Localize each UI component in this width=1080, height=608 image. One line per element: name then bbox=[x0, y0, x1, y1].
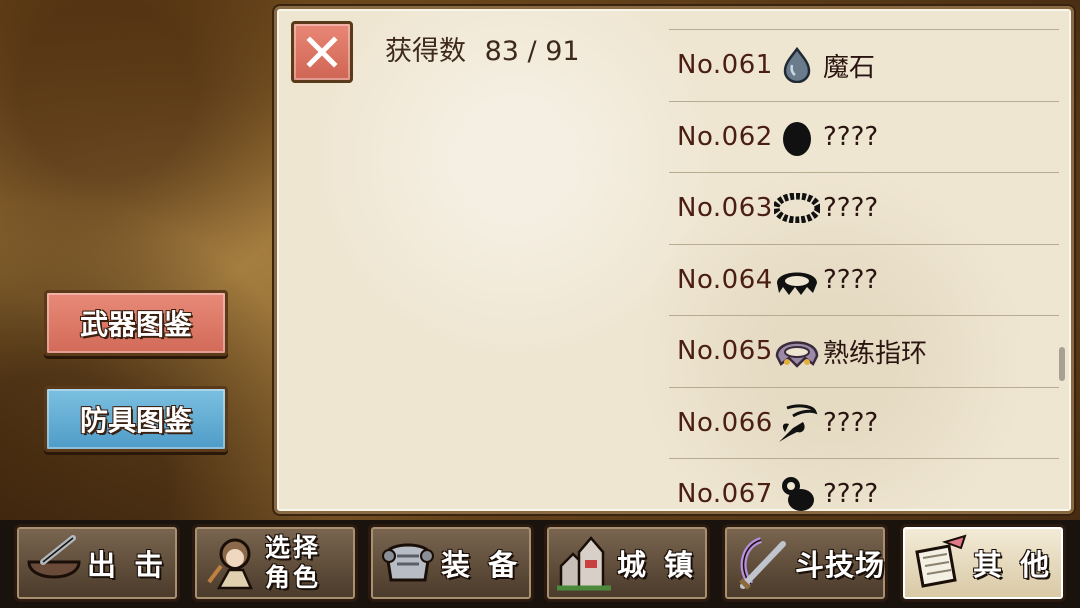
unknown-drop-icon bbox=[773, 113, 821, 161]
nav-sortie-button[interactable]: 出 击 bbox=[14, 524, 180, 602]
item-name: ???? bbox=[823, 193, 879, 224]
bottom-nav: 出 击 选择 角色 装 备 城 镇 斗技场 其 他 bbox=[0, 520, 1080, 608]
item-number: No.064 bbox=[677, 264, 773, 295]
nav-select-character-line2: 角色 bbox=[265, 563, 322, 592]
list-scrollbar[interactable] bbox=[1059, 347, 1065, 381]
close-button[interactable] bbox=[291, 21, 353, 83]
unknown-ring-icon bbox=[773, 184, 821, 232]
list-item[interactable]: No.062 ???? bbox=[669, 100, 1059, 173]
obtained-count-label: 获得数 bbox=[385, 36, 466, 67]
nav-town-button[interactable]: 城 镇 bbox=[544, 524, 710, 602]
armor-icon bbox=[375, 530, 441, 596]
nav-other-label: 其 他 bbox=[973, 548, 1054, 582]
item-number: No.062 bbox=[677, 121, 773, 152]
list-item[interactable]: No.064 ???? bbox=[669, 243, 1059, 316]
list-item[interactable]: No.063 ???? bbox=[669, 172, 1059, 244]
nav-equipment-button[interactable]: 装 备 bbox=[368, 524, 534, 602]
item-number: No.066 bbox=[677, 407, 773, 438]
catalog-panel: 获得数 83 / 91 No.061 魔石 No.062 ???? No.063… bbox=[274, 6, 1074, 514]
item-list[interactable]: No.061 魔石 No.062 ???? No.063 ???? No.064… bbox=[669, 29, 1059, 513]
nav-select-character-line1: 选择 bbox=[265, 533, 322, 562]
item-name: ???? bbox=[823, 121, 879, 152]
crossed-swords-icon bbox=[729, 530, 795, 596]
item-number: No.065 bbox=[677, 336, 773, 367]
nav-sortie-label: 出 击 bbox=[87, 548, 168, 582]
scroll-quill-icon bbox=[907, 530, 973, 596]
unknown-feather-icon bbox=[773, 399, 821, 447]
nav-equipment-label: 装 备 bbox=[441, 548, 522, 582]
character-portrait-icon bbox=[199, 530, 265, 596]
item-number: No.063 bbox=[677, 193, 773, 224]
item-name: ???? bbox=[823, 407, 879, 438]
item-name: 魔石 bbox=[823, 52, 876, 83]
list-item[interactable]: No.061 魔石 bbox=[669, 29, 1059, 101]
nav-arena-button[interactable]: 斗技场 bbox=[722, 524, 888, 602]
close-icon bbox=[306, 36, 338, 68]
list-item[interactable]: No.065 熟练指环 bbox=[669, 315, 1059, 387]
list-item[interactable]: No.067 ???? bbox=[669, 458, 1059, 513]
weapon-catalog-button[interactable]: 武器图鉴 bbox=[44, 290, 228, 356]
nav-other-button[interactable]: 其 他 bbox=[900, 524, 1066, 602]
nav-select-character-button[interactable]: 选择 角色 bbox=[192, 524, 358, 602]
nav-town-label: 城 镇 bbox=[617, 548, 698, 582]
item-name: 熟练指环 bbox=[823, 338, 928, 369]
mortar-bowl-icon bbox=[21, 530, 87, 596]
nav-arena-label: 斗技场 bbox=[795, 548, 886, 582]
item-number: No.061 bbox=[677, 50, 773, 81]
obtained-count: 获得数 83 / 91 bbox=[385, 29, 580, 68]
list-item[interactable]: No.066 ???? bbox=[669, 386, 1059, 459]
magic-stone-icon bbox=[773, 41, 821, 89]
item-name: ???? bbox=[823, 479, 879, 510]
skilled-ring-icon bbox=[773, 327, 821, 375]
item-name: ???? bbox=[823, 264, 879, 295]
unknown-crown-icon bbox=[773, 256, 821, 304]
unknown-pouch-icon bbox=[773, 470, 821, 513]
item-number: No.067 bbox=[677, 479, 773, 510]
castle-icon bbox=[551, 530, 617, 596]
obtained-count-value: 83 / 91 bbox=[484, 36, 580, 67]
armor-catalog-button[interactable]: 防具图鉴 bbox=[44, 386, 228, 452]
nav-select-character-label: 选择 角色 bbox=[265, 533, 325, 593]
